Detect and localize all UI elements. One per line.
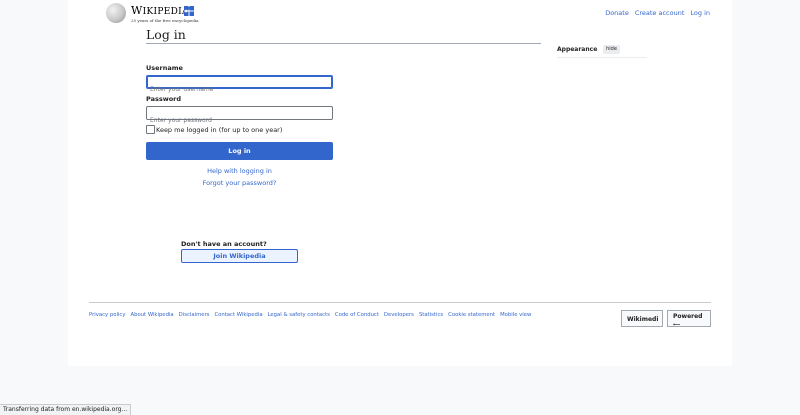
footer-divider — [89, 302, 711, 303]
password-field-wrapper — [146, 106, 333, 127]
globe-icon — [106, 3, 126, 23]
appearance-panel: Appearance hide — [557, 45, 647, 58]
footer-link-conduct[interactable]: Code of Conduct — [335, 312, 379, 318]
logo-wordmark: WIKIPEDIA — [131, 4, 189, 17]
browser-status-bar: Transferring data from en.wikipedia.org.… — [0, 404, 132, 415]
wikimedia-badge[interactable]: Wikimedi — [621, 310, 663, 327]
username-field-wrapper — [146, 75, 333, 96]
login-button[interactable]: Log in — [146, 142, 333, 160]
create-account-link[interactable]: Create account — [635, 9, 685, 17]
footer-link-statistics[interactable]: Statistics — [419, 312, 443, 318]
footer-link-about[interactable]: About Wikipedia — [130, 312, 173, 318]
join-wikipedia-button[interactable]: Join Wikipedia — [181, 249, 298, 263]
password-label: Password — [146, 95, 182, 103]
powered-badge-label: Powered — [673, 313, 703, 320]
footer-link-developers[interactable]: Developers — [384, 312, 414, 318]
page-title: Log in — [146, 27, 541, 44]
footer-link-legal[interactable]: Legal & safety contacts — [268, 312, 330, 318]
help-login-link[interactable]: Help with logging in — [146, 167, 333, 175]
footer-link-contact[interactable]: Contact Wikipedia — [214, 312, 262, 318]
footer-link-cookies[interactable]: Cookie statement — [448, 312, 495, 318]
appearance-label: Appearance — [557, 46, 598, 53]
login-link[interactable]: Log in — [690, 9, 710, 17]
remember-me-checkbox[interactable] — [146, 125, 155, 134]
forgot-password-link[interactable]: Forgot your password? — [146, 179, 333, 187]
remember-me-label[interactable]: Keep me logged in (for up to one year) — [156, 126, 282, 134]
wikipedia-logo[interactable]: WIKIPEDIA 25 years of the free encyclope… — [106, 3, 206, 25]
no-account-label: Don't have an account? — [181, 240, 267, 248]
hide-appearance-button[interactable]: hide — [603, 45, 620, 54]
footer-links: Privacy policy About Wikipedia Disclaime… — [89, 312, 531, 318]
logo-tagline: 25 years of the free encyclopedia — [131, 18, 199, 23]
username-label: Username — [146, 64, 183, 72]
puzzle-icon — [184, 6, 194, 16]
footer-link-disclaimers[interactable]: Disclaimers — [179, 312, 210, 318]
powered-by-mediawiki-badge[interactable]: Powered ⟵ — [667, 310, 711, 327]
donate-link[interactable]: Donate — [605, 9, 629, 17]
username-input[interactable] — [147, 83, 330, 96]
footer-link-privacy[interactable]: Privacy policy — [89, 312, 125, 318]
footer-link-mobile[interactable]: Mobile view — [500, 312, 531, 318]
personal-tools: Donate Create account Log in — [605, 9, 710, 17]
mediawiki-icon: ⟵ — [673, 322, 681, 327]
password-input[interactable] — [147, 114, 330, 127]
